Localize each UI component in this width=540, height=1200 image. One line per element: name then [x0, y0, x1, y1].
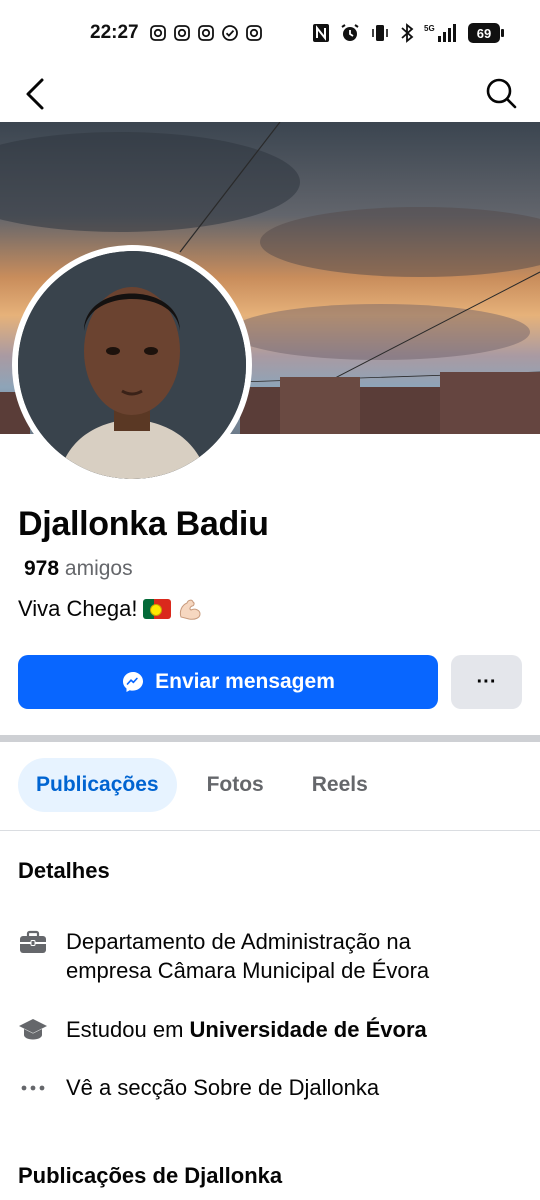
- friends-count[interactable]: 978 amigos: [24, 557, 133, 581]
- signal-icon: 5G: [424, 24, 456, 42]
- tab-label: Publicações: [36, 773, 159, 796]
- posts-section-title: Publicações de Djallonka: [18, 1163, 283, 1188]
- avatar-image: [18, 251, 246, 479]
- graduation-cap-icon: [19, 1019, 47, 1040]
- tab-fotos[interactable]: Fotos: [189, 758, 282, 812]
- education-school-link[interactable]: Universidade de Évora: [190, 1017, 427, 1042]
- work-line-2: empresa Câmara Municipal de Évora: [66, 958, 430, 983]
- instagram-icon: [198, 25, 214, 41]
- instagram-icon: [150, 25, 166, 41]
- details-title: Detalhes: [18, 858, 110, 883]
- top-nav: [0, 68, 540, 122]
- detail-education: Estudou em Universidade de Évora: [18, 1015, 518, 1045]
- check-icon: [222, 25, 238, 41]
- portugal-flag-icon: [143, 599, 172, 619]
- profile-name: Djallonka Badiu: [18, 505, 269, 543]
- profile-avatar[interactable]: [12, 245, 252, 485]
- about-link-label: Vê a secção Sobre de Djallonka: [66, 1075, 380, 1100]
- detail-work: Departamento de Administração na empresa…: [18, 927, 518, 985]
- back-arrow-icon[interactable]: [22, 74, 50, 114]
- profile-tabs: Publicações Fotos Reels: [18, 758, 386, 812]
- bio-text: Viva Chega!: [18, 596, 138, 621]
- battery-icon: 69: [468, 23, 504, 43]
- detail-about-link[interactable]: Vê a secção Sobre de Djallonka: [18, 1073, 518, 1103]
- status-time: 22:27: [90, 22, 139, 43]
- work-text: Departamento de Administração na empresa…: [66, 927, 429, 985]
- briefcase-icon: [20, 930, 46, 953]
- tab-label: Fotos: [206, 773, 264, 796]
- send-message-label: Enviar mensagem: [155, 670, 335, 693]
- battery-level: 69: [476, 25, 492, 41]
- bluetooth-icon: [401, 23, 414, 43]
- instagram-icon: [246, 25, 262, 41]
- instagram-icon: [174, 25, 190, 41]
- send-message-button[interactable]: Enviar mensagem: [18, 655, 438, 709]
- system-icons: 5G 69: [312, 23, 504, 43]
- tab-reels[interactable]: Reels: [294, 758, 386, 812]
- section-divider: [0, 735, 540, 742]
- search-icon[interactable]: [484, 74, 518, 112]
- tab-publicacoes[interactable]: Publicações: [18, 758, 177, 812]
- more-options-button[interactable]: ···: [451, 655, 522, 709]
- vibrate-icon: [372, 25, 388, 41]
- profile-bio: Viva Chega!: [18, 596, 203, 622]
- notification-icons: [150, 25, 262, 41]
- flexed-biceps-icon: [180, 599, 201, 620]
- tab-label: Reels: [311, 773, 368, 796]
- tabs-divider: [0, 830, 540, 831]
- nfc-icon: [313, 24, 329, 42]
- status-bar: 22:27 5G 69: [0, 0, 540, 68]
- education-prefix: Estudou em: [66, 1017, 184, 1042]
- avatar-photo: [18, 251, 246, 479]
- education-text: Estudou em Universidade de Évora: [66, 1015, 427, 1044]
- messenger-icon: [123, 672, 144, 692]
- work-line-1: Departamento de Administração na: [66, 929, 411, 954]
- friends-number: 978: [24, 557, 60, 580]
- network-label: 5G: [424, 24, 435, 33]
- alarm-icon: [341, 24, 359, 41]
- more-dots-icon: ···: [476, 670, 497, 693]
- friends-label: amigos: [64, 557, 133, 580]
- more-dots-icon: [21, 1085, 45, 1091]
